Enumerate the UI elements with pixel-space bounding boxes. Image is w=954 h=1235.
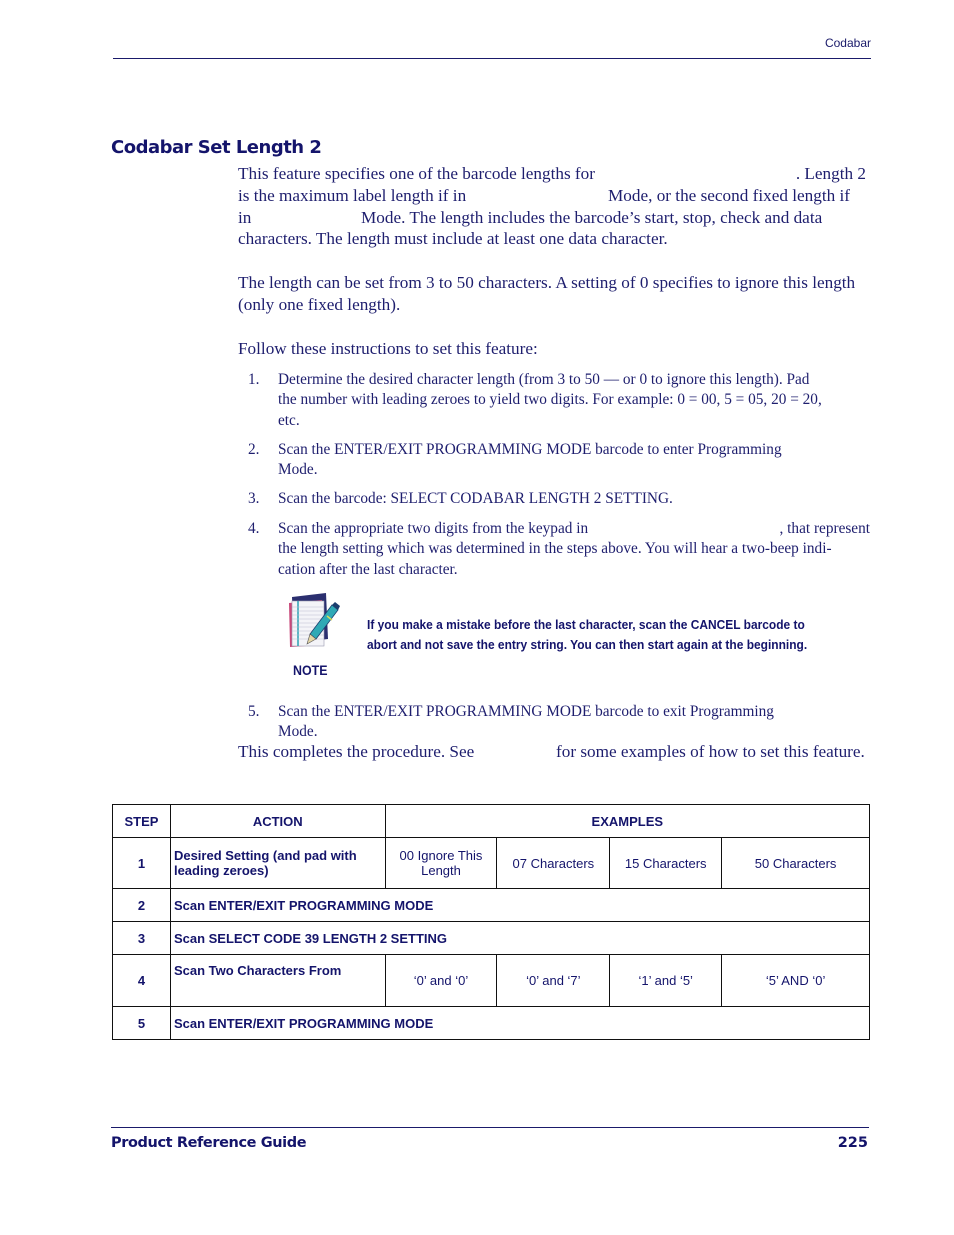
intro-line-4: characters. The length must include at l… bbox=[238, 229, 668, 249]
step-cell: 3 bbox=[112, 921, 171, 955]
running-header-section: Codabar bbox=[824, 36, 871, 50]
list-number: 2. bbox=[248, 441, 260, 458]
header-action: ACTION bbox=[169, 804, 386, 838]
page-number: 225 bbox=[837, 1135, 868, 1151]
header-divider bbox=[113, 58, 871, 59]
list-text: Determine the desired character length (… bbox=[278, 370, 870, 431]
list-text: Scan the appropriate two digits from the… bbox=[278, 519, 870, 580]
example-cell: ‘0’ and ‘7’ bbox=[496, 954, 611, 1007]
range-line-1: The length can be set from 3 to 50 chara… bbox=[238, 273, 856, 292]
note-label: NOTE bbox=[293, 663, 328, 678]
example-cell: 15 Characters bbox=[609, 837, 723, 889]
intro-text: Mode. The length includes the barcode’s … bbox=[361, 207, 823, 227]
step-cell: 5 bbox=[112, 1006, 171, 1040]
intro-text: . Length 2 bbox=[795, 164, 866, 183]
footer-divider bbox=[111, 1127, 869, 1128]
step-cell: 1 bbox=[112, 837, 171, 889]
list-line: cation after the last character. bbox=[278, 560, 458, 578]
list-number: 1. bbox=[248, 371, 260, 388]
intro-text: in bbox=[238, 207, 252, 227]
list-line: Scan the barcode: SELECT CODABAR LENGTH … bbox=[278, 490, 673, 507]
list-line: Determine the desired character length (… bbox=[278, 371, 810, 388]
footer-title: Product Reference Guide bbox=[111, 1135, 307, 1151]
list-line: the length setting which was determined … bbox=[278, 540, 832, 558]
action-cell: Scan ENTER/EXIT PROGRAMMING MODE bbox=[169, 1006, 871, 1040]
completion-text: This completes the procedure. See bbox=[238, 742, 475, 761]
intro-line-1: This feature specifies one of the barcod… bbox=[238, 163, 870, 185]
list-line: Scan the ENTER/EXIT PROGRAMMING MODE bar… bbox=[278, 441, 782, 458]
list-line: etc. bbox=[278, 411, 300, 429]
range-line-2: (only one fixed length). bbox=[238, 294, 401, 314]
action-cell: Scan ENTER/EXIT PROGRAMMING MODE bbox=[169, 888, 871, 922]
completion-text: for some examples of how to set this fea… bbox=[556, 742, 865, 761]
table-row: 3 Scan SELECT CODE 39 LENGTH 2 SETTING bbox=[112, 921, 871, 955]
step-cell: 2 bbox=[112, 888, 171, 922]
list-line: Scan the appropriate two digits from the… bbox=[278, 519, 870, 539]
intro-text: This feature specifies one of the barcod… bbox=[238, 164, 595, 183]
intro-line-2: is the maximum label length if in Mode, … bbox=[238, 185, 870, 207]
list-line: Mode. bbox=[278, 461, 318, 479]
action-cell: Scan SELECT CODE 39 LENGTH 2 SETTING bbox=[169, 921, 871, 955]
example-cell: ‘5’ AND ‘0’ bbox=[721, 954, 870, 1007]
list-line-part: Scan the appropriate two digits from the… bbox=[278, 520, 589, 537]
list-text: Scan the barcode: SELECT CODABAR LENGTH … bbox=[278, 489, 870, 509]
header-step: STEP bbox=[112, 804, 171, 838]
table-row: 2 Scan ENTER/EXIT PROGRAMMING MODE bbox=[112, 888, 871, 922]
header-examples: EXAMPLES bbox=[384, 804, 871, 838]
intro-line-3: in Mode. The length includes the barcode… bbox=[238, 207, 870, 229]
step-cell: 4 bbox=[112, 954, 171, 1007]
example-cell: ‘1’ and ‘5’ bbox=[609, 954, 723, 1007]
note-line: If you make a mistake before the last ch… bbox=[367, 617, 805, 632]
section-title: Codabar Set Length 2 bbox=[111, 137, 322, 158]
completion-paragraph: This completes the procedure. See for so… bbox=[238, 741, 870, 763]
intro-text: Mode, or the second fixed length if bbox=[608, 185, 850, 205]
table-row: 1 Desired Setting (and pad with leading … bbox=[112, 837, 870, 889]
examples-table: STEP ACTION EXAMPLES 1 Desired Setting (… bbox=[112, 804, 871, 1040]
example-cell: 07 Characters bbox=[496, 837, 611, 889]
list-number: 4. bbox=[248, 520, 260, 537]
list-line: Mode. bbox=[278, 723, 318, 741]
example-cell: 00 Ignore This Length bbox=[384, 837, 498, 889]
action-cell: Scan Two Characters From bbox=[169, 954, 386, 1007]
list-item: 5. Scan the ENTER/EXIT PROGRAMMING MODE … bbox=[248, 702, 870, 743]
table-header-row: STEP ACTION EXAMPLES bbox=[112, 804, 871, 838]
list-item: 3. Scan the barcode: SELECT CODABAR LENG… bbox=[248, 489, 870, 509]
note-line: abort and not save the entry string. You… bbox=[367, 637, 808, 652]
list-text: Scan the ENTER/EXIT PROGRAMMING MODE bar… bbox=[278, 702, 870, 743]
note-text: If you make a mistake before the last ch… bbox=[367, 615, 818, 655]
list-line: the number with leading zeroes to yield … bbox=[278, 391, 822, 409]
list-item: 4. Scan the appropriate two digits from … bbox=[248, 519, 870, 580]
list-number: 3. bbox=[248, 490, 260, 507]
intro-paragraph: This feature specifies one of the barcod… bbox=[238, 163, 870, 250]
list-line-part: , that represent bbox=[779, 520, 870, 537]
notepad-pen-icon bbox=[286, 591, 342, 649]
table-row: 5 Scan ENTER/EXIT PROGRAMMING MODE bbox=[112, 1006, 871, 1040]
instructions-intro: Follow these instructions to set this fe… bbox=[238, 339, 538, 358]
range-paragraph: The length can be set from 3 to 50 chara… bbox=[238, 272, 870, 316]
example-cell: 50 Characters bbox=[721, 837, 870, 889]
list-text: Scan the ENTER/EXIT PROGRAMMING MODE bar… bbox=[278, 440, 870, 481]
list-line: Scan the ENTER/EXIT PROGRAMMING MODE bar… bbox=[278, 703, 774, 720]
table-row: 4 Scan Two Characters From ‘0’ and ‘0’ ‘… bbox=[112, 954, 870, 1007]
list-number: 5. bbox=[248, 703, 260, 720]
list-item: 2. Scan the ENTER/EXIT PROGRAMMING MODE … bbox=[248, 440, 870, 481]
action-cell: Desired Setting (and pad with leading ze… bbox=[169, 837, 386, 889]
intro-text: is the maximum label length if in bbox=[238, 185, 467, 205]
example-cell: ‘0’ and ‘0’ bbox=[384, 954, 498, 1007]
list-item: 1. Determine the desired character lengt… bbox=[248, 370, 870, 431]
